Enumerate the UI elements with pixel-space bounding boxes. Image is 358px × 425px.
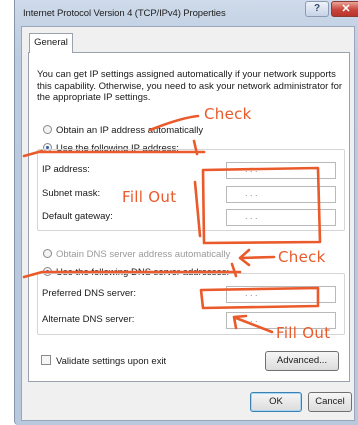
annotation-fill-out-dns: Fill Out (276, 324, 331, 342)
annotation-check-dns: Check (278, 248, 326, 266)
alternate-dns-label: Alternate DNS server: (42, 314, 135, 325)
preferred-dns-field[interactable]: . . . (226, 286, 336, 303)
ip-address-field[interactable]: . . . (226, 162, 336, 179)
ip-address-value: . . . (245, 164, 258, 174)
cancel-button[interactable]: Cancel (308, 392, 352, 412)
default-gateway-label: Default gateway: (42, 211, 113, 222)
obtain-dns-automatically-label: Obtain DNS server address automatically (56, 249, 231, 260)
subnet-mask-label: Subnet mask: (42, 188, 101, 199)
preferred-dns-value: . . . (245, 288, 258, 298)
obtain-ip-automatically-radio[interactable]: Obtain an IP address automatically (43, 125, 203, 136)
obtain-dns-automatically-radio[interactable]: Obtain DNS server address automatically (43, 249, 230, 260)
intro-text: You can get IP settings assigned automat… (37, 69, 343, 103)
window-title: Internet Protocol Version 4 (TCP/IPv4) P… (23, 8, 226, 19)
radio-off-icon (43, 249, 52, 258)
title-bar[interactable]: Internet Protocol Version 4 (TCP/IPv4) P… (15, 0, 358, 26)
ipv4-properties-dialog: Internet Protocol Version 4 (TCP/IPv4) P… (14, 0, 358, 425)
default-gateway-field[interactable]: . . . (226, 209, 336, 226)
close-button[interactable]: ✕ (331, 1, 358, 17)
radio-off-icon (43, 125, 52, 134)
ip-address-label: IP address: (42, 164, 90, 175)
ok-button[interactable]: OK (250, 392, 302, 412)
subnet-mask-value: . . . (245, 188, 258, 198)
subnet-mask-field[interactable]: . . . (226, 186, 336, 203)
advanced-button[interactable]: Advanced... (265, 351, 339, 371)
dialog-body: General You can get IP settings assigned… (21, 26, 355, 421)
annotation-fill-out-ip: Fill Out (122, 188, 177, 206)
default-gateway-value: . . . (245, 211, 258, 221)
tab-general[interactable]: General (29, 33, 73, 53)
checkbox-unchecked-icon (41, 355, 51, 365)
preferred-dns-label: Preferred DNS server: (42, 288, 136, 299)
alternate-dns-value: . . . (245, 314, 258, 324)
ip-address-group: IP address: . . . Subnet mask: . . . Def… (37, 149, 345, 231)
obtain-ip-automatically-label: Obtain an IP address automatically (56, 125, 204, 136)
validate-settings-checkbox[interactable]: Validate settings upon exit (41, 355, 166, 367)
validate-settings-label: Validate settings upon exit (56, 356, 167, 367)
help-button[interactable]: ? (305, 1, 329, 17)
annotation-check-ip: Check (204, 105, 252, 123)
